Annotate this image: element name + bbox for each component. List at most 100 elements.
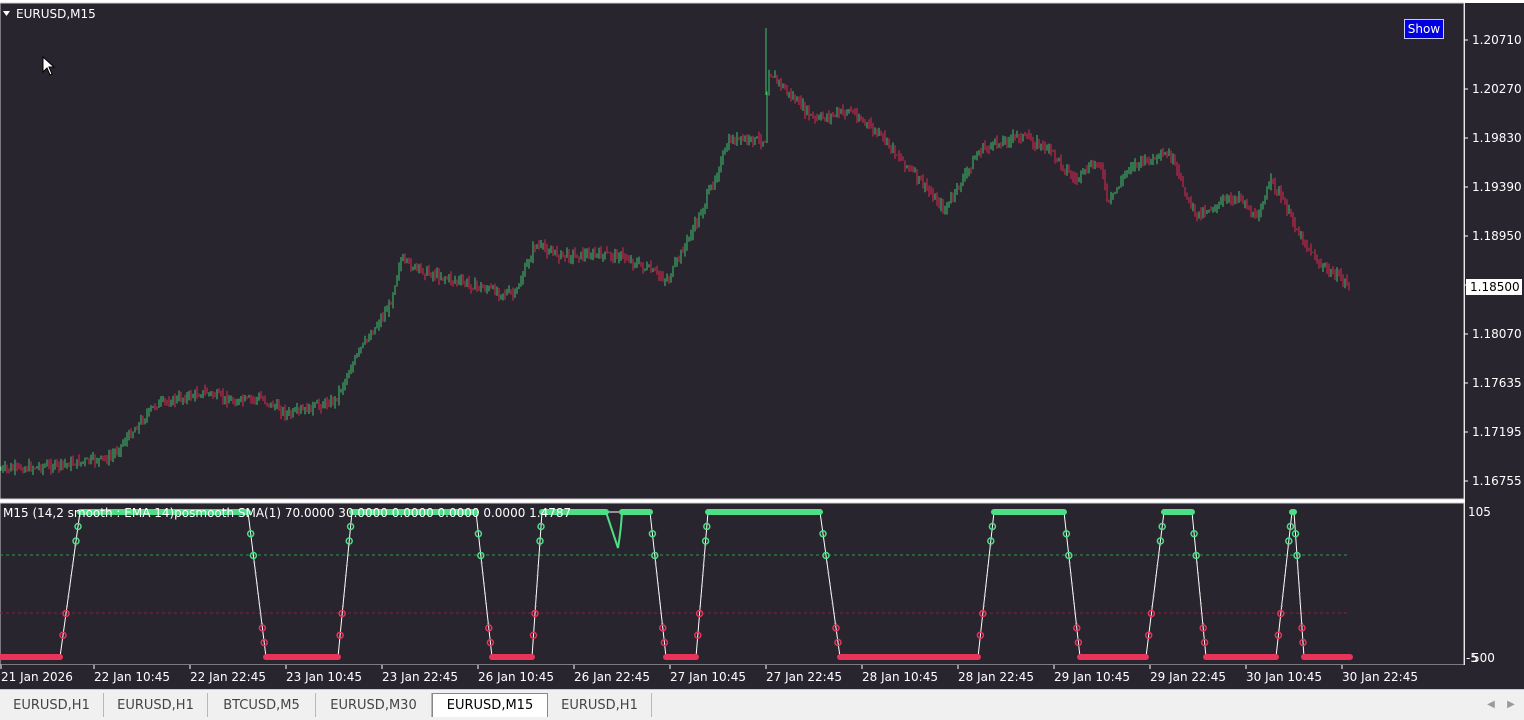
- transition-dot: [534, 605, 537, 608]
- transition-dot: [989, 544, 992, 547]
- transition-dot: [258, 602, 261, 605]
- transition-dot: [1156, 564, 1159, 567]
- transition-dot: [73, 554, 75, 557]
- tab-eurusd-m30[interactable]: EURUSD,M30: [316, 693, 432, 717]
- main-chart-area[interactable]: [0, 3, 1464, 499]
- tab-eurusd-m15[interactable]: EURUSD,M15: [432, 693, 548, 717]
- transition-dot: [1151, 605, 1154, 608]
- transition-dot: [1069, 571, 1072, 574]
- transition-dot: [983, 595, 986, 598]
- time-tick-label: 29 Jan 10:45: [1054, 670, 1130, 684]
- transition-dot: [1195, 561, 1198, 564]
- transition-dot: [827, 571, 830, 574]
- transition-dot: [482, 582, 485, 585]
- transition-dot: [1197, 582, 1200, 585]
- trading-terminal: 1.20710 1.20270 1.19830 1.19390 1.18950 1.185…: [0, 0, 1524, 720]
- transition-dot: [480, 561, 483, 564]
- transition-dot: [988, 554, 991, 557]
- transition-dot: [485, 602, 488, 605]
- transition-dot: [341, 605, 344, 608]
- transition-dot: [68, 584, 71, 587]
- indicator-axis-bottom-overlay: 500: [1472, 651, 1495, 665]
- transition-dot: [699, 605, 702, 608]
- transition-dot: [1297, 582, 1300, 585]
- transition-dot: [1068, 561, 1071, 564]
- transition-dot: [486, 612, 489, 615]
- transition-dot: [1155, 574, 1158, 577]
- transition-dot: [70, 574, 73, 577]
- price-tick-label: 1.20270: [1472, 82, 1522, 96]
- transition-dot: [535, 595, 538, 598]
- transition-dot: [1152, 595, 1155, 598]
- transition-dot: [703, 554, 706, 557]
- time-tick-label: 30 Jan 22:45: [1342, 670, 1418, 684]
- transition-dot: [1198, 592, 1201, 595]
- transition-dot: [659, 602, 662, 605]
- price-tick-label: 1.18950: [1472, 229, 1522, 243]
- time-tick-label: 26 Jan 22:45: [574, 670, 650, 684]
- tab-btcusd-m5[interactable]: BTCUSD,M5: [208, 693, 316, 717]
- chart-canvas[interactable]: 1.20710 1.20270 1.19830 1.19390 1.18950 1.185…: [0, 0, 1524, 689]
- transition-dot: [654, 561, 657, 564]
- transition-dot: [345, 564, 348, 567]
- transition-dot: [483, 592, 486, 595]
- price-tick-label: 1.20710: [1472, 33, 1522, 47]
- transition-dot: [343, 584, 346, 587]
- time-tick-label: 23 Jan 10:45: [286, 670, 362, 684]
- transition-dot: [655, 571, 658, 574]
- transition-dot: [342, 595, 345, 598]
- transition-dot: [67, 595, 70, 598]
- indicator-area[interactable]: [0, 503, 1464, 665]
- transition-dot: [1073, 602, 1076, 605]
- transition-dot: [1158, 544, 1161, 547]
- tab-eurusd-h1[interactable]: EURUSD,H1: [548, 693, 652, 717]
- transition-dot: [1200, 612, 1203, 615]
- tab-eurusd-h1[interactable]: EURUSD,H1: [0, 693, 104, 717]
- transition-dot: [1074, 612, 1077, 615]
- transition-dot: [826, 561, 828, 564]
- transition-dot: [1283, 574, 1286, 577]
- mouse-pointer-icon: [42, 56, 56, 76]
- transition-dot: [536, 574, 539, 577]
- transition-dot: [1282, 584, 1285, 587]
- transition-dot: [830, 592, 833, 595]
- transition-dot: [700, 584, 703, 587]
- transition-dot: [828, 582, 831, 585]
- transition-dot: [1071, 592, 1074, 595]
- transition-dot: [1281, 595, 1284, 598]
- transition-dot: [1300, 622, 1303, 625]
- show-button[interactable]: Show: [1404, 19, 1444, 39]
- transition-dot: [1296, 561, 1299, 564]
- arrow-right-icon[interactable]: ▶: [1504, 697, 1518, 711]
- price-tick-label: 1.19390: [1472, 180, 1522, 194]
- transition-dot: [535, 584, 538, 587]
- transition-dot: [1285, 564, 1288, 567]
- transition-dot: [1196, 571, 1199, 574]
- transition-dot: [74, 544, 77, 547]
- price-tick-label: 1.19830: [1472, 131, 1522, 145]
- time-tick-label: 28 Jan 22:45: [958, 670, 1034, 684]
- time-tick-label: 22 Jan 10:45: [94, 670, 170, 684]
- current-price-label: 1.18500: [1470, 280, 1520, 294]
- transition-dot: [1153, 584, 1156, 587]
- transition-dot: [346, 554, 349, 557]
- transition-dot: [259, 612, 262, 615]
- transition-dot: [987, 564, 990, 567]
- transition-dot: [1070, 582, 1073, 585]
- chart-tabs-bar: EURUSD,H1 EURUSD,H1 BTCUSD,M5 EURUSD,M30 EUR…: [0, 689, 1524, 720]
- transition-dot: [257, 592, 260, 595]
- transition-dot: [1300, 612, 1302, 615]
- symbol-label: EURUSD,M15: [16, 7, 96, 21]
- transition-dot: [834, 622, 837, 625]
- transition-dot: [1199, 602, 1202, 605]
- transition-dot: [1298, 592, 1301, 595]
- transition-dot: [831, 602, 834, 605]
- transition-dot: [1201, 622, 1204, 625]
- time-tick-label: 27 Jan 10:45: [670, 670, 746, 684]
- arrow-left-icon[interactable]: ◀: [1484, 697, 1498, 711]
- time-tick-label: 30 Jan 10:45: [1246, 670, 1322, 684]
- transition-dot: [700, 595, 703, 598]
- tab-eurusd-h1[interactable]: EURUSD,H1: [104, 693, 208, 717]
- transition-dot: [661, 622, 664, 625]
- transition-dot: [347, 544, 350, 547]
